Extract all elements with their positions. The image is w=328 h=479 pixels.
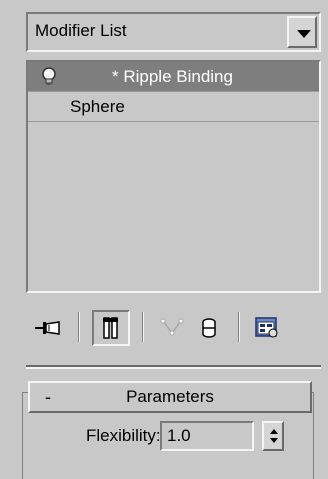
- panel-divider: [26, 365, 321, 369]
- make-unique-icon[interactable]: [156, 310, 188, 346]
- spinner-up-icon[interactable]: [270, 429, 278, 434]
- stack-item-ripple-binding[interactable]: * Ripple Binding: [28, 62, 319, 92]
- modifier-list-dropdown[interactable]: Modifier List: [26, 12, 321, 52]
- parameters-rollout: - Parameters Flexibility: 1.0: [14, 375, 318, 479]
- remove-modifier-icon[interactable]: [194, 310, 224, 346]
- rollout-title: Parameters: [126, 387, 214, 406]
- dropdown-arrow-icon[interactable]: [287, 16, 317, 48]
- show-end-result-icon[interactable]: [92, 310, 130, 346]
- flexibility-label: Flexibility:: [86, 426, 161, 445]
- modifier-stack-toolbar: [26, 298, 321, 358]
- flexibility-spinner[interactable]: [262, 421, 284, 451]
- configure-modifier-sets-icon[interactable]: [250, 310, 284, 346]
- toolbar-separator: [78, 312, 80, 342]
- lightbulb-icon[interactable]: [38, 66, 60, 88]
- stack-item-sphere[interactable]: Sphere: [28, 92, 319, 122]
- spinner-down-icon[interactable]: [270, 438, 278, 443]
- parameters-rollout-header[interactable]: - Parameters: [28, 381, 312, 413]
- modifier-list-value: Modifier List: [35, 21, 127, 40]
- pin-stack-icon[interactable]: [30, 310, 66, 346]
- collapse-icon: -: [45, 386, 51, 407]
- toolbar-separator: [142, 312, 144, 342]
- flexibility-field[interactable]: 1.0: [160, 421, 254, 451]
- stack-item-label: Sphere: [70, 96, 125, 116]
- modifier-stack[interactable]: * Ripple Binding Sphere: [26, 60, 321, 293]
- toolbar-separator: [238, 312, 240, 342]
- stack-item-label: * Ripple Binding: [112, 66, 233, 86]
